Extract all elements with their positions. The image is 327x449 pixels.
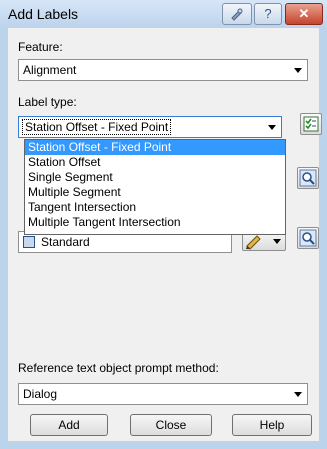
close-window-button[interactable]: ✕: [285, 3, 323, 25]
window-title: Add Labels: [8, 6, 79, 22]
add-button[interactable]: Add: [30, 414, 108, 436]
style-manage-button[interactable]: [300, 113, 322, 135]
pick-style-button[interactable]: [297, 227, 319, 249]
chevron-down-icon: [273, 239, 281, 244]
style-value: Standard: [41, 235, 90, 249]
help-button[interactable]: ?: [254, 3, 282, 25]
chevron-down-icon: [268, 125, 276, 130]
label-type-value: Station Offset - Fixed Point: [22, 119, 172, 135]
style-icon: [23, 236, 35, 248]
label-type-option[interactable]: Multiple Segment: [25, 185, 285, 200]
label-type-option[interactable]: Multiple Tangent Intersection: [25, 215, 285, 230]
add-labels-window: Add Labels ? ✕ Feature: Alignment Label …: [0, 0, 327, 449]
label-type-dropdown-list[interactable]: Station Offset - Fixed Point Station Off…: [24, 139, 286, 235]
magnifier-icon: [299, 229, 317, 247]
pin-icon[interactable]: [222, 3, 252, 25]
label-type-select[interactable]: Station Offset - Fixed Point: [18, 116, 282, 138]
label-type-option[interactable]: Single Segment: [25, 170, 285, 185]
chevron-down-icon: [294, 392, 302, 397]
label-type-option[interactable]: Tangent Intersection: [25, 200, 285, 215]
close-button[interactable]: Close: [130, 414, 212, 436]
help-dialog-button[interactable]: Help: [232, 414, 312, 436]
title-bar: Add Labels ? ✕: [0, 0, 327, 28]
label-type-option[interactable]: Station Offset: [25, 155, 285, 170]
checklist-icon: [303, 116, 319, 132]
pick-from-drawing-button[interactable]: [297, 167, 319, 189]
reference-method-value: Dialog: [23, 387, 58, 401]
label-type-option[interactable]: Station Offset - Fixed Point: [25, 140, 285, 155]
feature-label: Feature:: [18, 40, 63, 54]
feature-select[interactable]: Alignment: [18, 59, 308, 81]
reference-text-label: Reference text object prompt method:: [18, 361, 219, 375]
reference-method-select[interactable]: Dialog: [18, 383, 308, 405]
x-icon: ✕: [298, 6, 310, 21]
question-icon: ?: [264, 6, 272, 21]
chevron-down-icon: [294, 68, 302, 73]
magnifier-icon: [299, 169, 317, 187]
feature-value: Alignment: [23, 63, 77, 77]
label-type-label: Label type:: [18, 95, 77, 109]
